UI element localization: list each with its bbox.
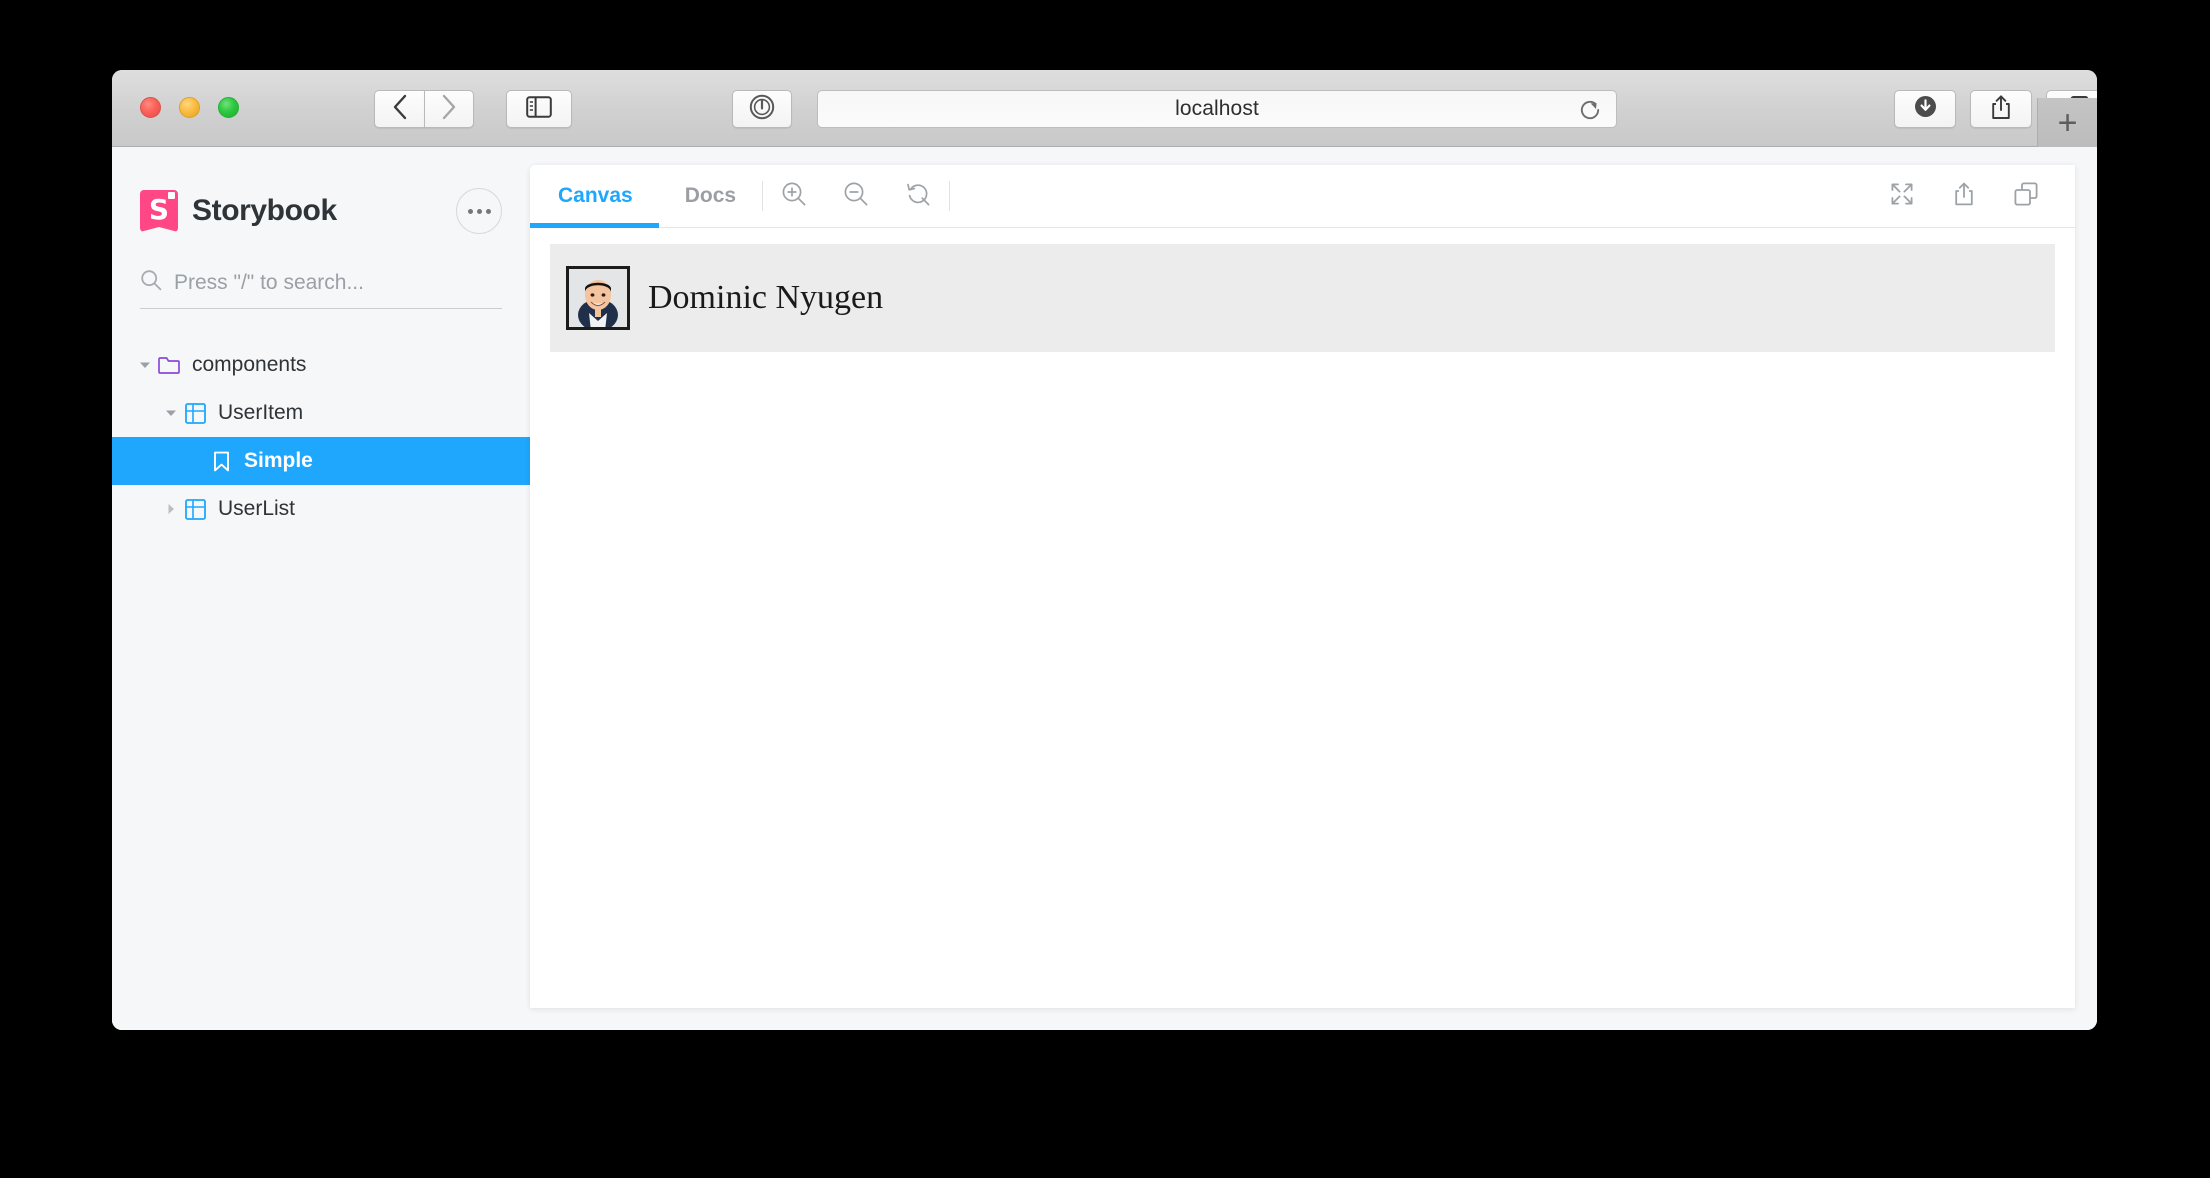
- navigation-button-group: [374, 90, 474, 128]
- copy-link-button[interactable]: [1995, 165, 2057, 227]
- toolbar-divider: [949, 181, 951, 211]
- canvas-toolbar-right: [1871, 165, 2075, 227]
- new-tab-button[interactable]: +: [2037, 98, 2097, 147]
- chevron-right-icon[interactable]: [160, 503, 182, 515]
- search-icon: [140, 269, 162, 296]
- zoom-out-icon: [843, 181, 869, 212]
- sidebar-toggle-button[interactable]: [506, 90, 572, 128]
- address-bar[interactable]: localhost: [817, 90, 1617, 128]
- 1password-icon: [749, 94, 775, 125]
- zoom-reset-icon: [905, 181, 931, 212]
- share-icon: [1989, 94, 2013, 125]
- open-in-new-tab-button[interactable]: [1933, 165, 1995, 227]
- open-in-new-tab-icon: [1952, 181, 1976, 212]
- sidebar-header: S Storybook: [112, 147, 530, 239]
- story-preview: Dominic Nyugen: [530, 228, 2075, 1008]
- sidebar-item-label: UserList: [218, 497, 296, 520]
- sidebar-item-userlist[interactable]: UserList: [112, 485, 530, 533]
- storybook-sidebar: S Storybook Press "/" to search... compo…: [112, 147, 530, 1030]
- storybook-main: Canvas Docs Dominic Nyugen: [530, 147, 2097, 1030]
- minimize-window-button[interactable]: [179, 97, 200, 118]
- user-item-component: Dominic Nyugen: [550, 244, 2055, 352]
- search-placeholder: Press "/" to search...: [174, 270, 364, 294]
- back-icon: [392, 94, 408, 125]
- address-bar-url: localhost: [1175, 97, 1259, 120]
- sidebar-item-components[interactable]: components: [112, 341, 530, 389]
- tab-canvas[interactable]: Canvas: [530, 165, 659, 228]
- downloads-button[interactable]: [1894, 90, 1956, 128]
- sidebar-item-simple[interactable]: Simple: [112, 437, 530, 485]
- zoom-in-icon: [781, 181, 807, 212]
- tab-docs[interactable]: Docs: [659, 165, 762, 227]
- folder-icon: [156, 356, 182, 374]
- chevron-down-icon[interactable]: [160, 407, 182, 419]
- sidebar-item-useritem[interactable]: UserItem: [112, 389, 530, 437]
- sidebar-item-label: UserItem: [218, 401, 304, 424]
- zoom-out-button[interactable]: [825, 165, 887, 227]
- sidebar-item-label: Simple: [244, 449, 313, 472]
- storybook-logo-letter: S: [148, 192, 170, 226]
- component-icon: [182, 498, 208, 520]
- reload-button[interactable]: [1578, 98, 1602, 127]
- story-tree: components UserItem Simple UserList: [112, 341, 530, 533]
- close-window-button[interactable]: [140, 97, 161, 118]
- search-input[interactable]: Press "/" to search...: [140, 269, 502, 309]
- storybook-brand-name: Storybook: [192, 194, 337, 227]
- story-bookmark-icon: [208, 451, 234, 472]
- ellipsis-icon: [467, 208, 473, 214]
- canvas-panel: Canvas Docs Dominic Nyugen: [530, 165, 2075, 1008]
- fullscreen-icon: [1889, 181, 1915, 212]
- tab-docs-label: Docs: [684, 184, 737, 207]
- forward-button[interactable]: [424, 90, 474, 128]
- sidebar-item-label: components: [192, 353, 307, 376]
- browser-window: localhost + S Storybook Press "/" to sea…: [112, 70, 2097, 1030]
- fullscreen-button[interactable]: [1871, 165, 1933, 227]
- component-icon: [182, 402, 208, 424]
- storybook-logo-icon: S: [140, 190, 178, 232]
- browser-titlebar: localhost +: [112, 70, 2097, 147]
- tab-canvas-label: Canvas: [558, 184, 633, 207]
- back-button[interactable]: [374, 90, 424, 128]
- window-traffic-lights: [140, 97, 239, 118]
- zoom-reset-button[interactable]: [887, 165, 949, 227]
- 1password-button[interactable]: [732, 90, 792, 128]
- user-name: Dominic Nyugen: [648, 279, 884, 316]
- plus-icon: +: [2057, 103, 2078, 142]
- downloads-icon: [1913, 94, 1938, 124]
- user-avatar: [566, 266, 630, 330]
- sidebar-menu-button[interactable]: [456, 188, 502, 234]
- zoom-in-button[interactable]: [763, 165, 825, 227]
- share-button[interactable]: [1970, 90, 2032, 128]
- forward-icon: [441, 94, 457, 125]
- storybook-app: S Storybook Press "/" to search... compo…: [112, 147, 2097, 1030]
- canvas-toolbar: Canvas Docs: [530, 165, 2075, 228]
- zoom-window-button[interactable]: [218, 97, 239, 118]
- chevron-down-icon[interactable]: [134, 359, 156, 371]
- sidebar-toggle-icon: [526, 95, 552, 123]
- copy-link-icon: [2013, 181, 2039, 212]
